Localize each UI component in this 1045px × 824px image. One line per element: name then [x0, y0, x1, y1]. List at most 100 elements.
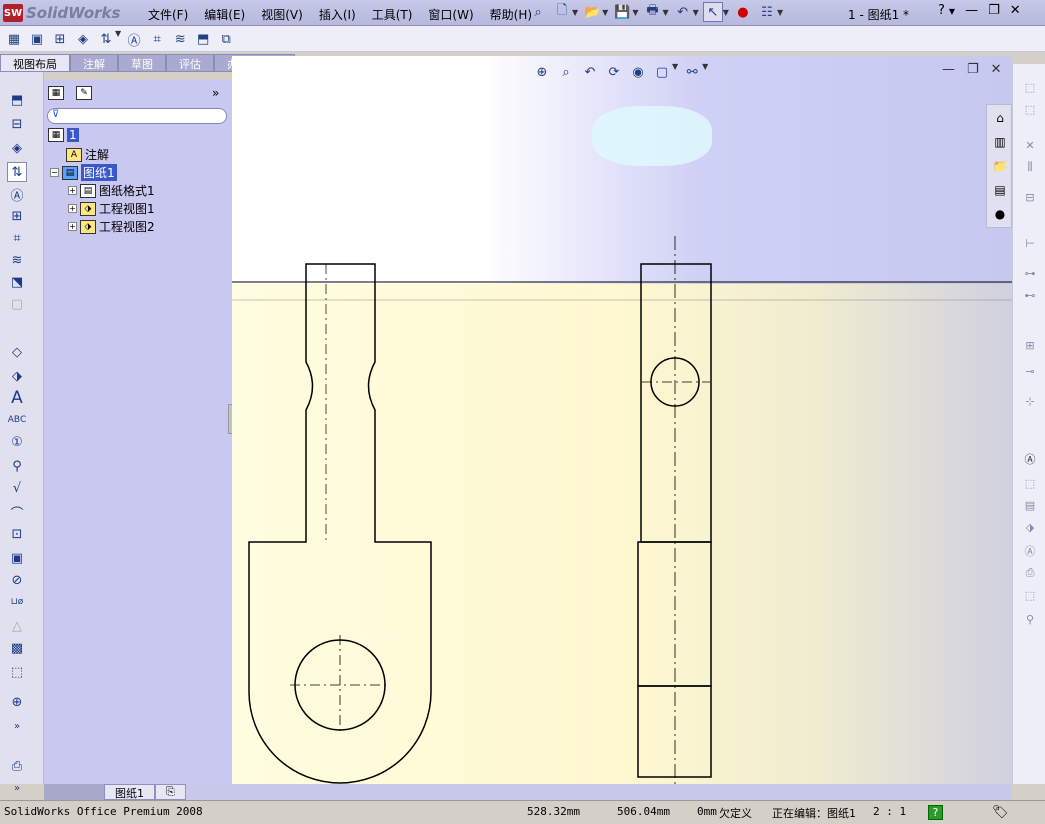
- select-dropdown-icon[interactable]: ▼: [723, 8, 729, 17]
- collapse-toggle-icon[interactable]: −: [50, 168, 59, 177]
- menu-tools[interactable]: 工具(T): [364, 4, 421, 25]
- alt-position-tool-icon[interactable]: ⬔: [7, 272, 27, 292]
- menu-view[interactable]: 视图(V): [253, 4, 311, 25]
- balloon-icon[interactable]: ①: [7, 432, 27, 452]
- menu-file[interactable]: 文件(F): [140, 4, 196, 25]
- help-dropdown-icon[interactable]: ▼: [949, 7, 955, 18]
- tree-root[interactable]: ▦ 1: [48, 128, 79, 142]
- undo-icon[interactable]: ↶: [673, 2, 693, 22]
- broken-out-view-icon[interactable]: ⌗: [147, 29, 167, 49]
- annotation-tool-4-icon[interactable]: ⬗: [1020, 518, 1040, 536]
- options-dropdown-icon[interactable]: ▼: [777, 8, 783, 17]
- annotation-tool-8-icon[interactable]: ⚲: [1020, 610, 1040, 628]
- section-dropdown-icon[interactable]: ▼: [115, 29, 121, 49]
- collapse-panel-icon[interactable]: »: [212, 86, 219, 100]
- print-icon[interactable]: 🖶: [642, 2, 662, 22]
- break-view-icon[interactable]: ≋: [170, 29, 190, 49]
- crop-view-icon[interactable]: ⬒: [193, 29, 213, 49]
- options-icon[interactable]: ☷: [757, 2, 777, 22]
- save-icon[interactable]: 💾: [612, 2, 632, 22]
- sketch-tool-11-icon[interactable]: ⊹: [1020, 392, 1040, 410]
- graphics-area[interactable]: ⊕ ⌕ ↶ ⟳ ◉ ▢ ▼ ⚯ ▼ — ❐ ✕: [232, 56, 1012, 784]
- weld-symbol-icon[interactable]: ⌒: [7, 502, 27, 522]
- menu-edit[interactable]: 编辑(E): [196, 4, 253, 25]
- model-view-icon[interactable]: ▦: [4, 29, 24, 49]
- break-tool-icon[interactable]: ≋: [7, 250, 27, 270]
- sketch-tool-3-icon[interactable]: ✕: [1020, 136, 1040, 154]
- tab-view-layout[interactable]: 视图布局: [0, 54, 70, 72]
- sketch-tool-1-icon[interactable]: ⬚: [1020, 78, 1040, 96]
- annotation-tool-6-icon[interactable]: ⎙: [1020, 564, 1040, 582]
- expand-more-2-icon[interactable]: »: [7, 778, 27, 798]
- auto-balloon-icon[interactable]: ⚲: [7, 456, 27, 476]
- tag-icon[interactable]: 🏷: [992, 805, 1009, 820]
- sheet-tab-1[interactable]: 图纸1: [104, 784, 155, 800]
- drawing-view-side[interactable]: [637, 236, 712, 784]
- section-view-icon[interactable]: ⇅: [96, 29, 116, 49]
- help-status-icon[interactable]: ?: [928, 805, 943, 820]
- smart-dimension-icon[interactable]: ◇: [7, 342, 27, 362]
- help-icon[interactable]: ?: [938, 3, 945, 18]
- layer-icon[interactable]: ⎙: [7, 756, 27, 776]
- revision-symbol-icon[interactable]: △: [7, 616, 27, 636]
- sketch-tool-7-icon[interactable]: ⊶: [1020, 264, 1040, 282]
- tree-item-sheet1[interactable]: − ▤ 图纸1: [50, 164, 117, 181]
- model-view-tool-icon[interactable]: ⬒: [7, 90, 27, 110]
- projected-view-tool-icon[interactable]: ⊟: [7, 114, 27, 134]
- save-dropdown-icon[interactable]: ▼: [632, 8, 638, 17]
- spell-check-icon[interactable]: ABC: [7, 410, 27, 430]
- annotation-tool-7-icon[interactable]: ⬚: [1020, 586, 1040, 604]
- blocks-icon[interactable]: ⬚: [7, 662, 27, 682]
- new-dropdown-icon[interactable]: ▼: [572, 8, 578, 17]
- menu-insert[interactable]: 插入(I): [311, 4, 364, 25]
- expand-toggle-icon[interactable]: +: [68, 204, 77, 213]
- drawing-sheet[interactable]: [232, 56, 1012, 784]
- projected-view-icon[interactable]: ⊞: [50, 29, 70, 49]
- restore-icon[interactable]: ❐: [988, 3, 1000, 18]
- note-icon[interactable]: A: [7, 388, 27, 408]
- model-items-icon[interactable]: ⬗: [7, 366, 27, 386]
- tree-item-sheet-format[interactable]: + ▤ 图纸格式1: [68, 182, 155, 199]
- area-hatch-icon[interactable]: ▩: [7, 638, 27, 658]
- sketch-tool-4-icon[interactable]: ⫼: [1020, 158, 1040, 176]
- expand-toggle-icon[interactable]: +: [68, 186, 77, 195]
- crop-tool-icon[interactable]: ⊞: [7, 206, 27, 226]
- open-folder-icon[interactable]: 📂: [582, 2, 602, 22]
- sketch-tool-10-icon[interactable]: ⊸: [1020, 362, 1040, 380]
- geometric-tolerance-icon[interactable]: ⊡: [7, 524, 27, 544]
- detail-tool-icon[interactable]: Ⓐ: [7, 184, 27, 204]
- new-document-icon[interactable]: 🗋: [552, 2, 572, 22]
- center-mark-icon[interactable]: ⊕: [7, 692, 27, 712]
- datum-target-icon[interactable]: ⊘: [7, 570, 27, 590]
- auxiliary-tool-icon[interactable]: ◈: [7, 138, 27, 158]
- tree-filter-input[interactable]: ⊽: [47, 108, 227, 124]
- annotation-tool-1-icon[interactable]: Ⓐ: [1020, 450, 1040, 468]
- menu-window[interactable]: 窗口(W): [420, 4, 481, 25]
- expand-toggle-icon[interactable]: +: [68, 222, 77, 231]
- annotation-tool-2-icon[interactable]: ⬚: [1020, 474, 1040, 492]
- sketch-tool-8-icon[interactable]: ⊷: [1020, 286, 1040, 304]
- expand-more-icon[interactable]: »: [7, 716, 27, 736]
- sketch-tool-5-icon[interactable]: ⊟: [1020, 188, 1040, 206]
- detail-view-icon[interactable]: Ⓐ: [124, 29, 144, 49]
- open-dropdown-icon[interactable]: ▼: [602, 8, 608, 17]
- tab-annotation[interactable]: 注解: [70, 54, 118, 72]
- tree-item-drawing-view2[interactable]: + ⬗ 工程视图2: [68, 218, 155, 235]
- drawing-view-front[interactable]: [248, 263, 432, 784]
- tree-item-annotations[interactable]: A 注解: [66, 146, 109, 163]
- sketch-tool-9-icon[interactable]: ⊞: [1020, 336, 1040, 354]
- add-sheet-icon[interactable]: ⎘: [155, 784, 186, 800]
- property-tab-icon[interactable]: ✎: [76, 86, 92, 100]
- annotation-tool-5-icon[interactable]: Ⓐ: [1020, 542, 1040, 560]
- section-tool-icon[interactable]: ⇅: [7, 162, 27, 182]
- tab-sketch[interactable]: 草图: [118, 54, 166, 72]
- tab-evaluate[interactable]: 评估: [166, 54, 214, 72]
- minimize-icon[interactable]: —: [965, 3, 978, 18]
- undo-dropdown-icon[interactable]: ▼: [693, 8, 699, 17]
- rebuild-traffic-light-icon[interactable]: ●: [733, 2, 753, 22]
- standard-3-view-icon[interactable]: ▣: [27, 29, 47, 49]
- select-arrow-icon[interactable]: ↖: [702, 2, 723, 22]
- feature-tree-tab-icon[interactable]: ▦: [48, 86, 64, 100]
- pin-menu-icon[interactable]: ⌕: [528, 2, 548, 22]
- sketch-tool-2-icon[interactable]: ⬚: [1020, 100, 1040, 118]
